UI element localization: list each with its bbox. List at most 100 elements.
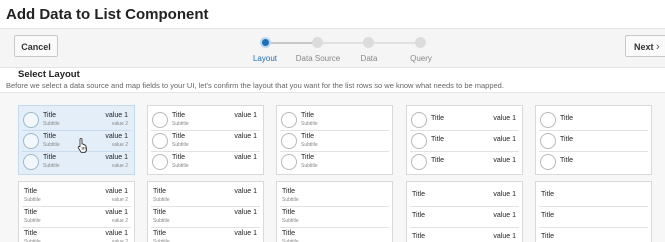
layout-option-circle-title-subtitle[interactable]: Title Subtitle Title Subtitle Title Subtitle: [276, 105, 393, 175]
list-row-preview: Title: [536, 109, 651, 130]
row-value-1: value 1: [234, 188, 257, 195]
row-title: Title: [541, 191, 554, 198]
avatar-circle-icon: [281, 133, 297, 149]
list-row-preview: Title Subtitle value 1 value 2: [19, 206, 134, 227]
row-subtitle: Subtitle: [24, 218, 41, 224]
row-value-1: value 1: [105, 154, 128, 161]
layout-option-title-only[interactable]: Title Title Title: [535, 181, 652, 242]
layout-gallery: Title Subtitle value 1 value 2 Title Subtitle…: [0, 92, 665, 242]
row-title: Title: [412, 233, 425, 240]
avatar-circle-icon: [540, 154, 556, 170]
row-title: Title: [541, 233, 554, 240]
row-subtitle: Subtitle: [172, 163, 189, 169]
row-value-1: value 1: [234, 112, 257, 119]
train-connector: [320, 42, 364, 44]
row-subtitle: Subtitle: [24, 197, 41, 203]
train-step-label[interactable]: Data: [361, 54, 378, 63]
list-row-preview: Title Subtitle value 1 value 2: [19, 151, 134, 172]
row-title: Title: [412, 212, 425, 219]
layout-option-title-subtitle[interactable]: Title Subtitle Title Subtitle Title Subtitle: [276, 181, 393, 242]
train-step-label[interactable]: Layout: [253, 54, 277, 63]
wizard-train: Layout Data Source Data Query: [0, 33, 665, 63]
layout-option-circle-title-subtitle-one-value[interactable]: Title Subtitle value 1 Title Subtitle value 1…: [147, 105, 264, 175]
layout-option-title-subtitle-two-values[interactable]: Title Subtitle value 1 value 2 Title Subtitle…: [18, 181, 135, 242]
avatar-circle-icon: [540, 133, 556, 149]
list-row-preview: Title Subtitle: [277, 185, 392, 206]
train-connector: [370, 42, 416, 44]
row-value-2: value 2: [111, 121, 128, 127]
row-subtitle: Subtitle: [153, 218, 170, 224]
row-title: Title: [153, 209, 166, 216]
list-row-preview: Title value 1: [407, 227, 522, 242]
avatar-circle-icon: [540, 112, 556, 128]
row-value-1: value 1: [234, 154, 257, 161]
train-step-label[interactable]: Query: [410, 54, 432, 63]
avatar-circle-icon: [281, 154, 297, 170]
row-value-1: value 1: [493, 136, 516, 143]
list-row-preview: Title Subtitle value 1: [148, 185, 263, 206]
list-row-preview: Title Subtitle value 1: [148, 151, 263, 172]
layout-option-title-subtitle-one-value[interactable]: Title Subtitle value 1 Title Subtitle value 1…: [147, 181, 264, 242]
row-title: Title: [24, 230, 37, 237]
row-subtitle: Subtitle: [172, 121, 189, 127]
row-value-2: value 2: [111, 142, 128, 148]
layout-option-circle-title[interactable]: Title Title Title: [535, 105, 652, 175]
row-title: Title: [282, 230, 295, 237]
next-button[interactable]: Next ›: [625, 35, 665, 57]
train-stop-query[interactable]: [415, 37, 426, 48]
list-row-preview: Title Subtitle: [277, 206, 392, 227]
train-stop-data[interactable]: [363, 37, 374, 48]
list-row-preview: Title Subtitle: [277, 109, 392, 130]
row-title: Title: [43, 112, 56, 119]
layout-option-title-one-value[interactable]: Title value 1 Title value 1 Title value 1: [406, 181, 523, 242]
row-value-1: value 1: [493, 233, 516, 240]
list-row-preview: Title Subtitle value 1: [148, 130, 263, 151]
list-row-preview: Title: [536, 185, 651, 206]
train-step-label[interactable]: Data Source: [296, 54, 340, 63]
row-value-1: value 1: [493, 157, 516, 164]
list-row-preview: Title value 1: [407, 185, 522, 206]
avatar-circle-icon: [23, 112, 39, 128]
row-value-1: value 1: [105, 209, 128, 216]
row-subtitle: Subtitle: [43, 142, 60, 148]
avatar-circle-icon: [23, 154, 39, 170]
avatar-circle-icon: [23, 133, 39, 149]
row-value-1: value 1: [234, 209, 257, 216]
row-title: Title: [560, 157, 573, 164]
row-title: Title: [301, 112, 314, 119]
list-row-preview: Title value 1: [407, 206, 522, 227]
row-title: Title: [172, 154, 185, 161]
list-row-preview: Title Subtitle value 1 value 2: [19, 227, 134, 242]
row-subtitle: Subtitle: [153, 197, 170, 203]
list-row-preview: Title: [536, 151, 651, 172]
avatar-circle-icon: [152, 133, 168, 149]
list-row-preview: Title: [536, 227, 651, 242]
list-row-preview: Title Subtitle: [277, 130, 392, 151]
row-title: Title: [301, 133, 314, 140]
list-row-preview: Title value 1: [407, 151, 522, 172]
row-title: Title: [431, 157, 444, 164]
list-row-preview: Title value 1: [407, 109, 522, 130]
row-subtitle: Subtitle: [301, 163, 318, 169]
list-row-preview: Title: [536, 206, 651, 227]
list-row-preview: Title Subtitle value 1: [148, 109, 263, 130]
train-stop-data-source[interactable]: [312, 37, 323, 48]
row-title: Title: [282, 188, 295, 195]
row-title: Title: [560, 136, 573, 143]
train-stop-layout[interactable]: [260, 37, 271, 48]
row-subtitle: Subtitle: [301, 142, 318, 148]
hand-cursor-icon: [77, 138, 87, 153]
row-value-1: value 1: [493, 212, 516, 219]
row-title: Title: [153, 188, 166, 195]
row-title: Title: [412, 191, 425, 198]
row-title: Title: [541, 212, 554, 219]
chevron-right-icon: ›: [656, 41, 660, 53]
list-row-preview: Title Subtitle value 1 value 2: [19, 185, 134, 206]
row-title: Title: [431, 136, 444, 143]
list-row-preview: Title Subtitle value 1: [148, 227, 263, 242]
avatar-circle-icon: [152, 112, 168, 128]
row-value-1: value 1: [493, 191, 516, 198]
layout-option-circle-title-one-value[interactable]: Title value 1 Title value 1 Title value 1: [406, 105, 523, 175]
avatar-circle-icon: [152, 154, 168, 170]
avatar-circle-icon: [281, 112, 297, 128]
